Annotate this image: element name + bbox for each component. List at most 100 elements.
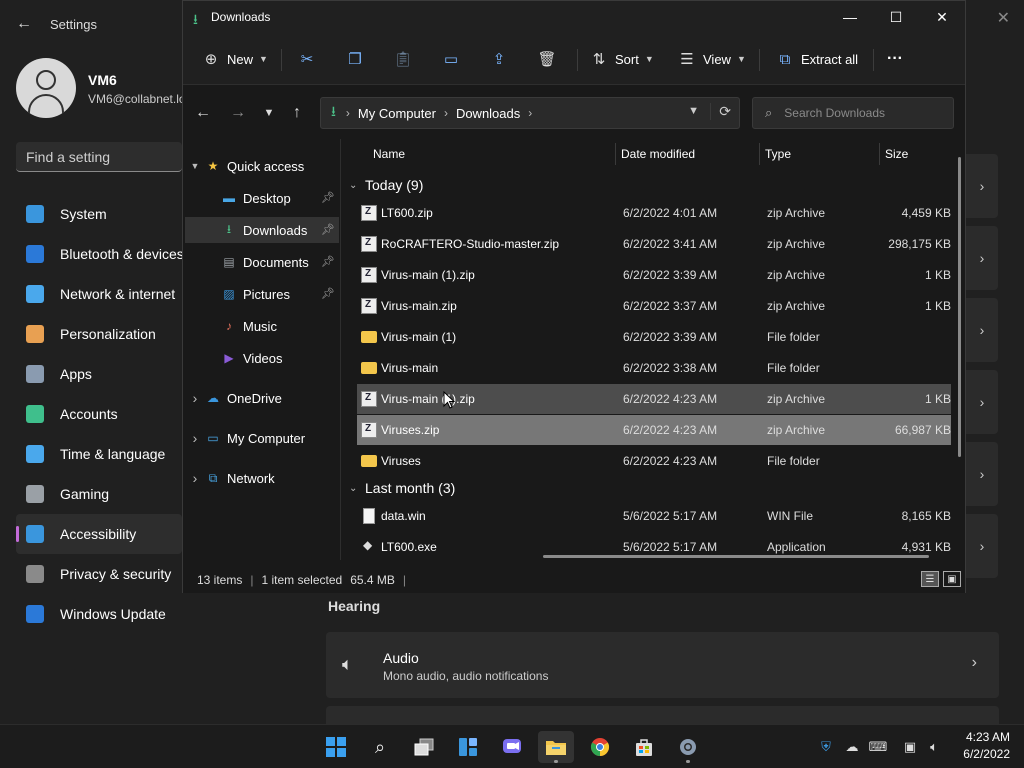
- settings-nav-item[interactable]: Accounts: [16, 394, 182, 434]
- chat-button[interactable]: [494, 731, 530, 763]
- clock[interactable]: 4:23 AM 6/2/2022: [963, 729, 1010, 763]
- nav-pane-item[interactable]: ▤ Documents 📌︎: [185, 249, 339, 275]
- nav-pane-item[interactable]: ▼ ★ Quick access: [185, 153, 339, 179]
- column-header-name[interactable]: Name: [373, 139, 405, 169]
- taskbar-search-button[interactable]: ⌕: [362, 731, 398, 763]
- nav-pane-item[interactable]: ▬ Desktop 📌︎: [185, 185, 339, 211]
- breadcrumb-my-computer[interactable]: My Computer: [358, 106, 436, 121]
- file-row[interactable]: Viruses.zip 6/2/2022 4:23 AM zip Archive 66…: [357, 415, 951, 445]
- nav-pane-item[interactable]: ▶ Videos: [185, 345, 339, 371]
- view-button[interactable]: ☰ View ▼: [677, 45, 746, 73]
- card-chevron-icon[interactable]: ›: [966, 154, 998, 218]
- find-setting-input[interactable]: Find a setting: [16, 142, 182, 172]
- card-chevron-icon[interactable]: ›: [966, 226, 998, 290]
- sort-button[interactable]: ⇅ Sort ▼: [589, 45, 654, 73]
- start-button[interactable]: [318, 731, 354, 763]
- volume-icon[interactable]: 🔈︎: [924, 737, 944, 757]
- chevron-right-icon[interactable]: ›: [185, 430, 205, 446]
- column-header-type[interactable]: Type: [765, 139, 791, 169]
- cut-button[interactable]: ✂: [297, 45, 317, 73]
- chevron-down-icon[interactable]: ▼: [185, 161, 205, 171]
- breadcrumb-downloads[interactable]: Downloads: [456, 106, 520, 121]
- chevron-right-icon[interactable]: ›: [185, 390, 205, 406]
- column-divider[interactable]: [615, 143, 616, 165]
- address-bar[interactable]: ⭳ › My Computer › Downloads › ▼ ⟳: [320, 97, 740, 129]
- column-header-date-modified[interactable]: Date modified: [621, 139, 695, 169]
- settings-nav-item[interactable]: Personalization: [16, 314, 182, 354]
- nav-pane-item[interactable]: ⭳ Downloads 📌︎: [185, 217, 339, 243]
- settings-next-card[interactable]: [326, 706, 999, 724]
- details-view-button[interactable]: ☰: [921, 571, 939, 587]
- settings-nav-item[interactable]: Accessibility: [16, 514, 182, 554]
- settings-nav-item[interactable]: Bluetooth & devices: [16, 234, 182, 274]
- chrome-button[interactable]: [582, 731, 618, 763]
- back-arrow-icon[interactable]: ←: [14, 14, 34, 34]
- maximize-button[interactable]: ☐: [873, 1, 919, 33]
- paste-button[interactable]: 📋︎: [393, 45, 413, 73]
- cloud-offline-icon[interactable]: ☁: [842, 737, 862, 757]
- network-icon[interactable]: ▣: [900, 737, 920, 757]
- file-row[interactable]: Virus-main.zip 6/2/2022 3:37 AM zip Archiv…: [357, 291, 951, 321]
- nav-pane-item[interactable]: ♪ Music: [185, 313, 339, 339]
- settings-nav-item[interactable]: Privacy & security: [16, 554, 182, 594]
- audio-settings-card[interactable]: 🔈︎ Audio Mono audio, audio notifications…: [326, 632, 999, 698]
- settings-nav-item[interactable]: Network & internet: [16, 274, 182, 314]
- file-row[interactable]: RoCRAFTERO-Studio-master.zip 6/2/2022 3:4…: [357, 229, 951, 259]
- card-chevron-icon[interactable]: ›: [966, 514, 998, 578]
- vertical-scrollbar[interactable]: [958, 157, 961, 457]
- nav-pane-item[interactable]: ▨ Pictures 📌︎: [185, 281, 339, 307]
- card-chevron-icon[interactable]: ›: [966, 442, 998, 506]
- settings-nav-item[interactable]: Gaming: [16, 474, 182, 514]
- address-history-chevron-icon[interactable]: ▼: [688, 105, 699, 117]
- settings-nav-item[interactable]: Apps: [16, 354, 182, 394]
- settings-taskbar-button[interactable]: [670, 731, 706, 763]
- back-button[interactable]: ←: [193, 103, 213, 123]
- up-button[interactable]: ↑: [287, 103, 307, 123]
- new-button[interactable]: ⊕ New ▼: [201, 45, 268, 73]
- settings-close-icon[interactable]: ✕: [997, 8, 1010, 28]
- extract-all-button[interactable]: ⧉ Extract all: [775, 45, 858, 73]
- file-row[interactable]: Virus-main 6/2/2022 3:38 AM File folder: [357, 353, 951, 383]
- file-row[interactable]: LT600.exe 5/6/2022 5:17 AM Application 4,93…: [357, 532, 951, 560]
- minimize-button[interactable]: —: [827, 1, 873, 33]
- copy-button[interactable]: ❐: [345, 45, 365, 73]
- chevron-right-icon[interactable]: ›: [185, 470, 205, 486]
- card-chevron-icon[interactable]: ›: [966, 370, 998, 434]
- group-header[interactable]: ⌄ Today (9): [349, 172, 423, 198]
- rename-button[interactable]: ▭: [441, 45, 461, 73]
- file-row[interactable]: Virus-main (1).zip 6/2/2022 3:39 AM zip Ar…: [357, 260, 951, 290]
- file-row[interactable]: LT600.zip 6/2/2022 4:01 AM zip Archive 4,45…: [357, 198, 951, 228]
- settings-nav-item[interactable]: Windows Update: [16, 594, 182, 634]
- file-explorer-taskbar-button[interactable]: [538, 731, 574, 763]
- recent-locations-button[interactable]: ▼: [259, 103, 279, 123]
- search-input[interactable]: ⌕ Search Downloads: [752, 97, 954, 129]
- more-options-button[interactable]: ···: [887, 45, 903, 73]
- group-header[interactable]: ⌄ Last month (3): [349, 475, 455, 501]
- delete-button[interactable]: 🗑︎: [537, 45, 557, 73]
- forward-button[interactable]: →: [228, 103, 248, 123]
- store-button[interactable]: [626, 731, 662, 763]
- user-avatar[interactable]: [16, 58, 76, 118]
- file-row[interactable]: data.win 5/6/2022 5:17 AM WIN File 8,165 KB: [357, 501, 951, 531]
- column-divider[interactable]: [879, 143, 880, 165]
- nav-pane-item[interactable]: › ▭ My Computer: [185, 425, 339, 451]
- file-row[interactable]: Virus-main (1) 6/2/2022 3:39 AM File folde…: [357, 322, 951, 352]
- widgets-button[interactable]: [450, 731, 486, 763]
- column-divider[interactable]: [759, 143, 760, 165]
- settings-nav-item[interactable]: Time & language: [16, 434, 182, 474]
- nav-pane-item[interactable]: › ⧉ Network: [185, 465, 339, 491]
- refresh-icon[interactable]: ⟳: [710, 103, 731, 120]
- settings-nav-item[interactable]: System: [16, 194, 182, 234]
- share-button[interactable]: ⇪: [489, 45, 509, 73]
- keyboard-icon[interactable]: ⌨: [868, 737, 888, 757]
- tiles-view-button[interactable]: ▣: [943, 571, 961, 587]
- breadcrumb-separator-icon: ›: [345, 106, 350, 120]
- explorer-titlebar[interactable]: ⭳ Downloads — ☐ ✕: [183, 1, 965, 33]
- column-header-size[interactable]: Size: [885, 139, 908, 169]
- card-chevron-icon[interactable]: ›: [966, 298, 998, 362]
- file-row[interactable]: Viruses 6/2/2022 4:23 AM File folder: [357, 446, 951, 476]
- nav-pane-item[interactable]: › ☁ OneDrive: [185, 385, 339, 411]
- defender-shield-icon[interactable]: ⛨: [816, 737, 836, 757]
- close-button[interactable]: ✕: [919, 1, 965, 33]
- task-view-button[interactable]: [406, 731, 442, 763]
